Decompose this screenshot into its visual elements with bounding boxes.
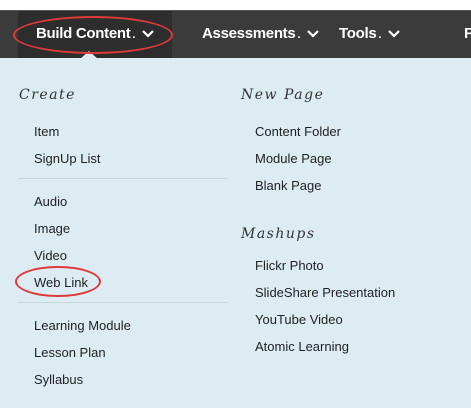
menu-item-atomic-learning[interactable]: Atomic Learning bbox=[255, 339, 349, 354]
chevron-down-icon bbox=[306, 30, 319, 38]
partners-menu-button[interactable]: F bbox=[464, 11, 471, 59]
menu-item-web-link[interactable]: Web Link bbox=[34, 275, 88, 290]
section-title-create: Create bbox=[19, 87, 76, 103]
menu-item-youtube-video[interactable]: YouTube Video bbox=[255, 312, 343, 327]
assessments-label: Assessments bbox=[202, 25, 296, 42]
chevron-down-icon bbox=[141, 30, 154, 38]
menu-item-content-folder[interactable]: Content Folder bbox=[255, 124, 341, 139]
menu-divider bbox=[18, 302, 228, 303]
assessments-dot: . bbox=[297, 29, 301, 41]
course-menu-bar: Build Content. Assessments. Tools. F bbox=[0, 10, 471, 59]
assessments-menu-button[interactable]: Assessments. bbox=[202, 11, 319, 59]
section-title-mashups: Mashups bbox=[241, 226, 316, 242]
tools-menu-button[interactable]: Tools. bbox=[339, 11, 400, 59]
build-content-dot: . bbox=[132, 29, 136, 41]
menu-divider bbox=[18, 178, 228, 179]
menu-item-learning-module[interactable]: Learning Module bbox=[34, 318, 131, 333]
menu-item-item[interactable]: Item bbox=[34, 124, 59, 139]
partners-label: F bbox=[464, 25, 471, 42]
menu-item-slideshare-presentation[interactable]: SlideShare Presentation bbox=[255, 285, 395, 300]
menu-item-signup-list[interactable]: SignUp List bbox=[34, 151, 100, 166]
tools-dot: . bbox=[378, 29, 382, 41]
menu-item-lesson-plan[interactable]: Lesson Plan bbox=[34, 345, 106, 360]
menu-item-blank-page[interactable]: Blank Page bbox=[255, 178, 322, 193]
menu-item-image[interactable]: Image bbox=[34, 221, 70, 236]
menu-item-flickr-photo[interactable]: Flickr Photo bbox=[255, 258, 324, 273]
menu-item-video[interactable]: Video bbox=[34, 248, 67, 263]
build-content-label: Build Content bbox=[36, 25, 131, 42]
chevron-down-icon bbox=[387, 30, 400, 38]
dropdown-caret bbox=[80, 51, 98, 59]
menu-item-audio[interactable]: Audio bbox=[34, 194, 67, 209]
menu-item-module-page[interactable]: Module Page bbox=[255, 151, 332, 166]
menu-item-syllabus[interactable]: Syllabus bbox=[34, 372, 83, 387]
section-title-new-page: New Page bbox=[241, 87, 325, 103]
tools-label: Tools bbox=[339, 25, 377, 42]
